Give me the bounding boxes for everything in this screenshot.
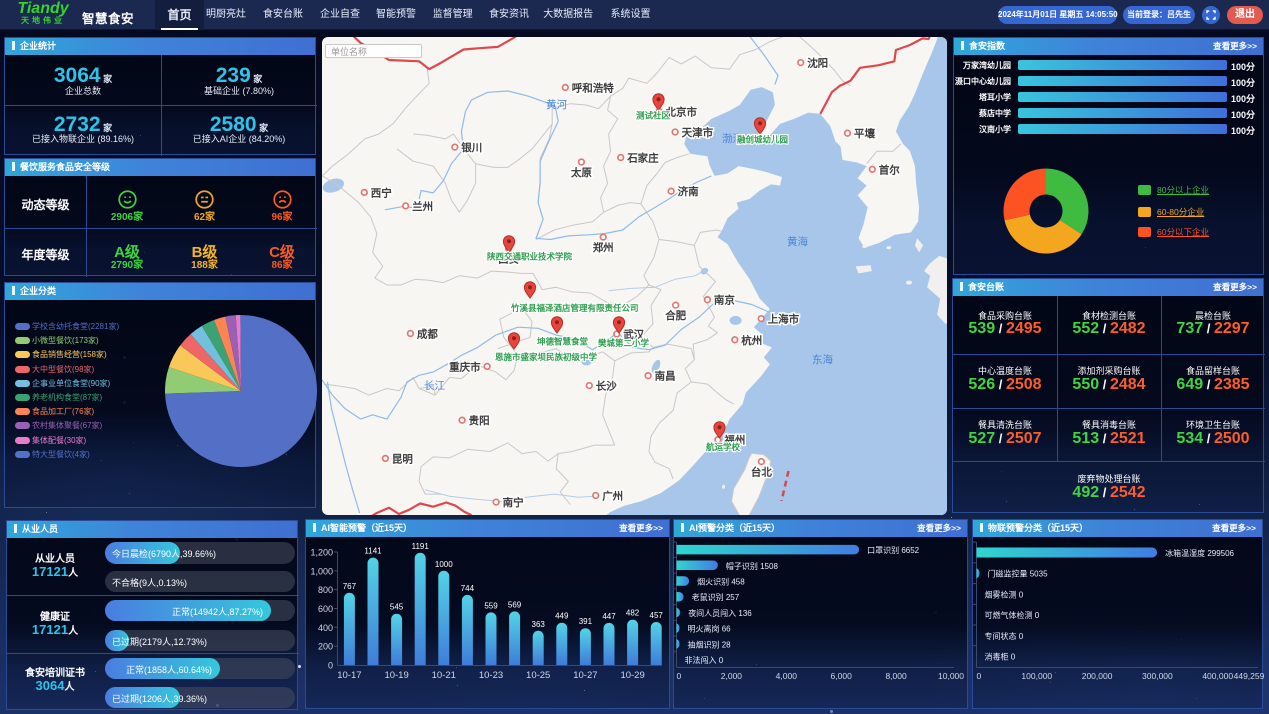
- svg-text:449,259: 449,259: [1234, 671, 1264, 681]
- svg-text:457: 457: [650, 611, 664, 620]
- svg-text:贵阳: 贵阳: [469, 414, 490, 427]
- svg-text:10-25: 10-25: [526, 670, 550, 681]
- svg-text:帽子识别 1508: 帽子识别 1508: [726, 561, 779, 571]
- svg-text:济南: 济南: [678, 185, 699, 198]
- svg-text:1191: 1191: [412, 542, 430, 551]
- svg-text:300,000: 300,000: [1142, 671, 1173, 681]
- svg-text:烟火识别 458: 烟火识别 458: [697, 578, 745, 587]
- svg-text:平壤: 平壤: [854, 127, 875, 140]
- svg-text:400,000: 400,000: [1202, 671, 1233, 681]
- svg-text:融创城幼儿园: 融创城幼儿园: [737, 135, 788, 145]
- svg-text:上海市: 上海市: [768, 313, 800, 326]
- svg-text:0: 0: [328, 661, 333, 671]
- svg-text:合肥: 合肥: [664, 309, 686, 322]
- svg-text:成都: 成都: [417, 328, 438, 341]
- svg-text:4,000: 4,000: [776, 671, 798, 681]
- svg-text:200,000: 200,000: [1082, 671, 1113, 681]
- svg-text:569: 569: [508, 600, 522, 609]
- svg-text:南宁: 南宁: [503, 496, 524, 509]
- svg-text:363: 363: [532, 620, 546, 629]
- svg-text:可燃气体检测 0: 可燃气体检测 0: [985, 610, 1040, 620]
- svg-text:石家庄: 石家庄: [626, 152, 659, 165]
- svg-text:100,000: 100,000: [1021, 671, 1052, 681]
- svg-text:消毒柜 0: 消毒柜 0: [985, 652, 1016, 662]
- svg-text:陕西交通职业技术学院: 陕西交通职业技术学院: [487, 252, 573, 262]
- svg-text:10-27: 10-27: [573, 670, 597, 681]
- svg-text:10-29: 10-29: [620, 670, 644, 681]
- svg-text:767: 767: [343, 582, 357, 591]
- svg-text:黄海: 黄海: [787, 235, 808, 248]
- svg-text:郑州: 郑州: [593, 241, 614, 254]
- svg-text:744: 744: [461, 584, 475, 593]
- svg-text:竹溪县福泽酒店管理有限责任公司: 竹溪县福泽酒店管理有限责任公司: [510, 303, 639, 313]
- svg-text:首尔: 首尔: [879, 163, 900, 176]
- svg-text:10,000: 10,000: [938, 671, 964, 681]
- svg-text:1000: 1000: [435, 560, 453, 569]
- svg-text:测试社区: 测试社区: [636, 111, 671, 121]
- svg-text:长沙: 长沙: [596, 380, 617, 393]
- svg-text:冰箱温湿度 299506: 冰箱温湿度 299506: [1165, 548, 1234, 558]
- svg-text:1141: 1141: [364, 547, 382, 556]
- svg-text:专间状态 0: 专间状态 0: [985, 631, 1024, 641]
- svg-text:昆明: 昆明: [392, 453, 413, 465]
- svg-text:西宁: 西宁: [371, 186, 392, 199]
- svg-text:559: 559: [484, 601, 498, 610]
- svg-text:南京: 南京: [714, 294, 735, 307]
- svg-text:391: 391: [579, 617, 593, 626]
- svg-text:夜间人员闯入 136: 夜间人员闯入 136: [688, 608, 752, 618]
- svg-text:非法闯入 0: 非法闯入 0: [685, 655, 724, 665]
- svg-text:沈阳: 沈阳: [807, 57, 828, 70]
- svg-text:抽烟识别 28: 抽烟识别 28: [688, 639, 732, 649]
- svg-text:800: 800: [318, 585, 333, 595]
- svg-text:门磁监控量 5035: 门磁监控量 5035: [988, 569, 1049, 579]
- svg-text:600: 600: [318, 604, 333, 614]
- svg-text:北京市: 北京市: [666, 105, 698, 118]
- svg-text:10-23: 10-23: [479, 670, 503, 681]
- svg-text:10-17: 10-17: [337, 670, 361, 681]
- svg-text:明火离岗 66: 明火离岗 66: [688, 624, 732, 634]
- svg-text:烟雾检测 0: 烟雾检测 0: [985, 589, 1024, 599]
- svg-text:东海: 东海: [812, 353, 833, 366]
- svg-text:10-19: 10-19: [384, 670, 408, 681]
- svg-text:老鼠识别 257: 老鼠识别 257: [692, 592, 740, 602]
- svg-text:樊城第二小学: 樊城第二小学: [598, 338, 650, 348]
- svg-text:太原: 太原: [570, 166, 592, 179]
- svg-text:400: 400: [318, 623, 333, 633]
- svg-text:200: 200: [318, 642, 333, 652]
- svg-text:482: 482: [626, 609, 640, 618]
- svg-text:呼和浩特: 呼和浩特: [572, 81, 614, 94]
- svg-text:449: 449: [555, 612, 569, 621]
- svg-text:广州: 广州: [602, 490, 623, 503]
- svg-text:447: 447: [602, 612, 616, 621]
- svg-text:6,000: 6,000: [831, 671, 853, 681]
- svg-text:坤德智慧食堂: 坤德智慧食堂: [537, 337, 589, 347]
- svg-text:10-21: 10-21: [432, 670, 456, 681]
- svg-text:航运学校: 航运学校: [706, 442, 741, 452]
- svg-text:1,200: 1,200: [310, 548, 333, 558]
- svg-text:口罩识别 6652: 口罩识别 6652: [867, 546, 920, 555]
- svg-text:545: 545: [390, 603, 404, 612]
- svg-text:1,000: 1,000: [310, 566, 333, 576]
- svg-text:重庆市: 重庆市: [449, 360, 481, 373]
- svg-text:长江: 长江: [424, 380, 445, 392]
- svg-text:银川: 银川: [461, 141, 482, 154]
- svg-text:南昌: 南昌: [655, 370, 676, 383]
- svg-text:8,000: 8,000: [885, 671, 907, 681]
- svg-text:2,000: 2,000: [721, 671, 743, 681]
- svg-text:天津市: 天津市: [682, 126, 714, 139]
- svg-text:杭州: 杭州: [741, 334, 762, 347]
- svg-text:台北: 台北: [751, 466, 772, 479]
- svg-text:兰州: 兰州: [412, 200, 433, 213]
- svg-text:0: 0: [977, 671, 982, 681]
- svg-text:0: 0: [677, 671, 682, 681]
- svg-text:黄河: 黄河: [546, 98, 567, 111]
- svg-text:恩施市盛家坝民族初级中学: 恩施市盛家坝民族初级中学: [495, 352, 598, 362]
